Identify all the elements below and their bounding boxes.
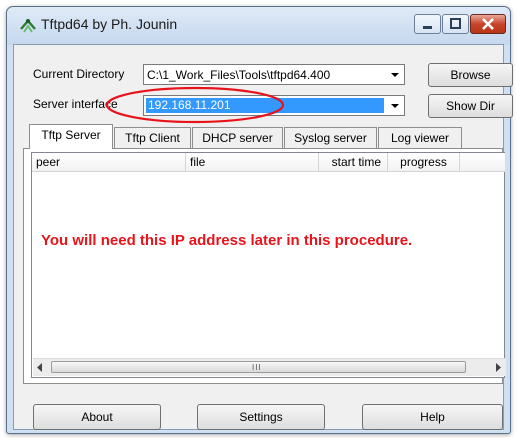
minimize-button[interactable] — [414, 14, 441, 34]
annotation-note: You will need this IP address later in t… — [41, 232, 413, 249]
scroll-left-icon[interactable] — [35, 362, 45, 373]
tab-syslog-server[interactable]: Syslog server — [284, 127, 377, 149]
app-icon — [20, 19, 36, 33]
tab-tftp-server[interactable]: Tftp Server — [29, 124, 113, 149]
tab-dhcp-server[interactable]: DHCP server — [192, 127, 283, 149]
chevron-down-icon[interactable] — [386, 96, 404, 115]
about-button[interactable]: About — [33, 404, 161, 430]
scrollbar-thumb[interactable]: III — [51, 361, 466, 373]
tab-tftp-client[interactable]: Tftp Client — [114, 127, 191, 149]
current-directory-label: Current Directory — [33, 67, 125, 81]
column-header-file[interactable]: file — [186, 153, 319, 172]
scrollbar-grip: III — [252, 363, 262, 372]
horizontal-scrollbar[interactable]: III — [33, 358, 506, 376]
minimize-icon — [423, 26, 432, 29]
settings-button[interactable]: Settings — [197, 404, 325, 430]
column-header-start-time[interactable]: start time — [319, 153, 388, 172]
current-directory-combo[interactable]: C:\1_Work_Files\Tools\tftpd64.400 — [143, 64, 405, 85]
close-button[interactable] — [470, 14, 506, 34]
chevron-down-icon[interactable] — [386, 65, 404, 84]
browse-button[interactable]: Browse — [428, 63, 513, 87]
close-icon — [482, 18, 494, 30]
current-directory-value: C:\1_Work_Files\Tools\tftpd64.400 — [147, 68, 331, 82]
highlight-ellipse — [105, 86, 285, 124]
transfer-list[interactable]: peer file start time progress III — [31, 152, 506, 378]
maximize-button[interactable] — [442, 14, 469, 34]
maximize-icon — [450, 18, 461, 29]
window-title: Tftpd64 by Ph. Jounin — [41, 16, 178, 32]
title-bar[interactable]: Tftpd64 by Ph. Jounin — [7, 7, 510, 45]
show-dir-button[interactable]: Show Dir — [428, 94, 513, 118]
scroll-right-icon[interactable] — [493, 362, 503, 373]
column-header-progress[interactable]: progress — [388, 153, 460, 172]
column-header-peer[interactable]: peer — [32, 153, 186, 172]
column-header-filler — [460, 153, 505, 172]
help-button[interactable]: Help — [362, 404, 503, 430]
tab-log-viewer[interactable]: Log viewer — [378, 127, 462, 149]
